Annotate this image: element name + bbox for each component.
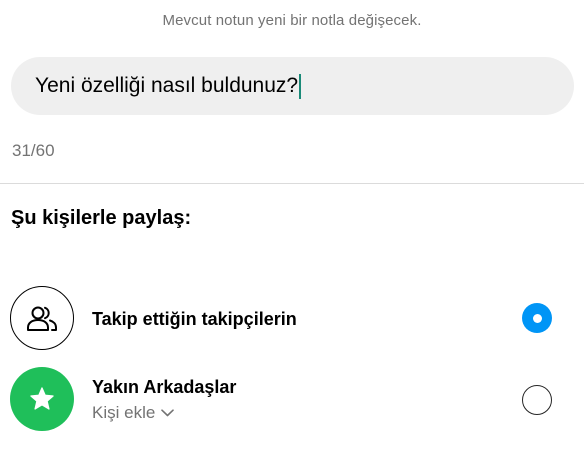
chevron-down-icon [161,402,175,422]
people-outline-icon [10,286,74,350]
text-cursor [299,73,302,99]
radio-button-unselected[interactable] [522,385,552,415]
add-people-label: Kişi ekle [92,403,156,422]
radio-dot [532,313,542,323]
star-icon [10,367,74,431]
audience-option-label: Takip ettiğin takipçilerin [92,309,297,329]
character-counter: 31/60 [12,141,55,160]
radio-button-selected[interactable] [522,303,552,333]
note-text-value: Yeni özelliği nasıl buldunuz? [35,74,299,97]
add-people-link[interactable]: Kişi ekle [92,402,175,423]
share-with-heading: Şu kişilerle paylaş: [11,207,192,229]
replace-note-notice: Mevcut notun yeni bir notla değişecek. [162,12,422,29]
audience-option-label: Yakın Arkadaşlar [92,377,237,397]
divider [0,183,584,184]
audience-option-followers[interactable]: Takip ettiğin takipçilerin [0,286,584,352]
audience-option-close-friends[interactable]: Yakın Arkadaşlar Kişi ekle [0,367,584,433]
note-text-field[interactable]: Yeni özelliği nasıl buldunuz? [11,57,574,115]
